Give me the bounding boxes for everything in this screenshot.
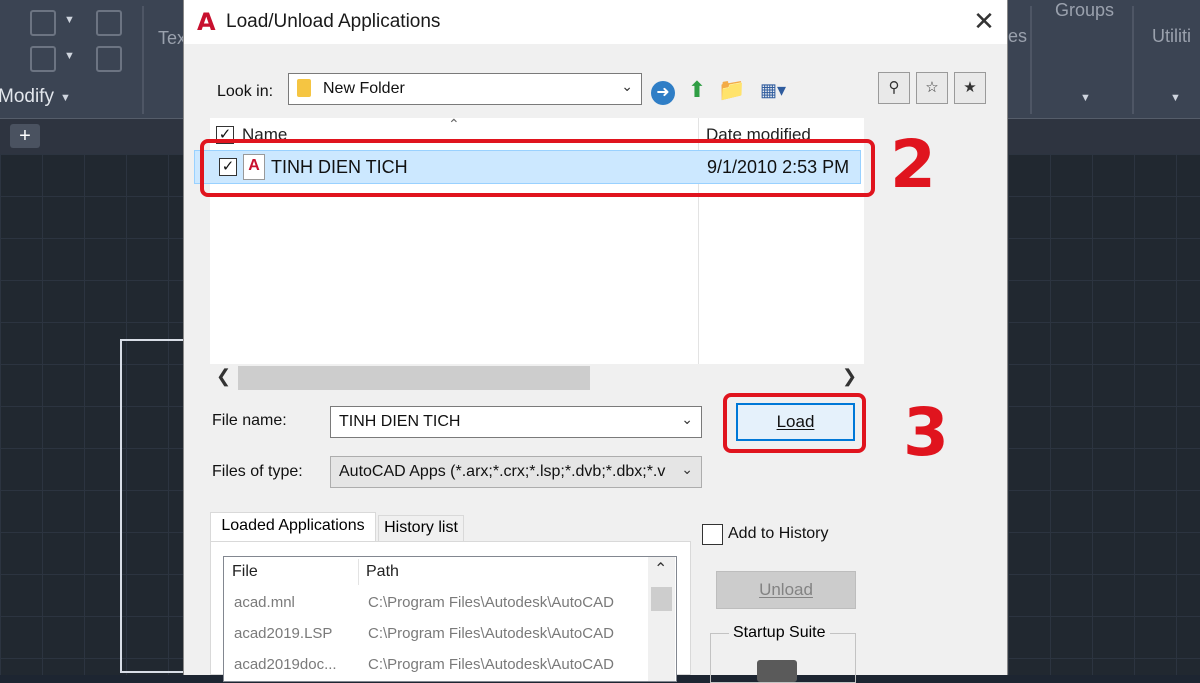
vertical-scrollbar[interactable]: ⌃	[648, 557, 675, 681]
chevron-down-icon[interactable]: ▼	[64, 14, 75, 26]
chevron-down-icon[interactable]: ▼	[60, 92, 71, 104]
add-to-history-checkbox[interactable]	[702, 524, 723, 545]
box-icon	[96, 10, 122, 36]
chevron-down-icon: ⌄	[621, 78, 633, 94]
close-icon[interactable]: ✕	[970, 6, 998, 37]
dialog-title: Load/Unload Applications	[226, 11, 441, 32]
scroll-up-icon[interactable]: ⌃	[654, 559, 667, 579]
scroll-thumb[interactable]	[651, 587, 672, 611]
path-column-header[interactable]: Path	[366, 563, 399, 581]
drawing-rectangle	[120, 339, 192, 673]
panel-label-partial: es	[1008, 26, 1028, 46]
briefcase-icon[interactable]	[757, 660, 797, 682]
add-favorite-icon[interactable]: ★	[954, 72, 986, 104]
list-item-file[interactable]: acad2019doc...	[234, 656, 337, 673]
file-name-input[interactable]: TINH DIEN TICH ⌄	[330, 406, 702, 438]
up-folder-icon[interactable]: ⬆	[684, 77, 710, 103]
modify-panel-label[interactable]: Modify	[0, 86, 54, 108]
chevron-down-icon[interactable]: ▼	[1080, 92, 1091, 104]
search-web-icon[interactable]: ⚲	[878, 72, 910, 104]
autocad-logo-icon: A	[197, 8, 216, 36]
sort-arrow-icon: ⌃	[448, 116, 460, 132]
divider	[1132, 6, 1134, 114]
scroll-thumb[interactable]	[238, 366, 590, 390]
file-name-label: File name:	[212, 412, 287, 429]
look-in-label: Look in:	[217, 83, 274, 100]
horizontal-scrollbar[interactable]: ❮ ❯	[210, 364, 864, 392]
loaded-applications-list[interactable]: File Path acad.mnl C:\Program Files\Auto…	[223, 556, 677, 682]
files-of-type-label: Files of type:	[212, 463, 303, 480]
add-to-history-label[interactable]: Add to History	[728, 525, 828, 543]
chevron-down-icon: ⌄	[681, 461, 693, 478]
groups-panel-label[interactable]: Groups	[1055, 0, 1114, 21]
files-of-type-value: AutoCAD Apps (*.arx;*.crx;*.lsp;*.dvb;*.…	[339, 463, 666, 480]
loaded-applications-panel: File Path acad.mnl C:\Program Files\Auto…	[210, 541, 691, 682]
back-icon[interactable]: ➜	[650, 77, 676, 105]
tab-loaded-applications[interactable]: Loaded Applications	[210, 512, 376, 542]
file-name-value: TINH DIEN TICH	[339, 413, 461, 430]
tab-history-list[interactable]: History list	[378, 515, 464, 541]
dialog-title-bar: A Load/Unload Applications ✕	[184, 0, 1007, 44]
files-of-type-select[interactable]: AutoCAD Apps (*.arx;*.crx;*.lsp;*.dvb;*.…	[330, 456, 702, 488]
folder-icon	[297, 79, 311, 97]
new-tab-button[interactable]: +	[10, 124, 40, 148]
list-item-path[interactable]: C:\Program Files\Autodesk\AutoCAD	[368, 594, 646, 611]
step-3-annotation: 3	[903, 394, 949, 471]
list-item-path[interactable]: C:\Program Files\Autodesk\AutoCAD	[368, 625, 646, 642]
new-folder-icon[interactable]: 📁	[718, 77, 745, 103]
look-in-combo[interactable]: New Folder ⌄	[288, 73, 642, 105]
file-column-header[interactable]: File	[232, 563, 258, 581]
column-divider	[358, 559, 359, 585]
highlight-load-button	[723, 393, 866, 453]
highlight-file-row	[200, 139, 875, 197]
utilities-panel-label[interactable]: Utiliti	[1152, 26, 1191, 47]
scroll-right-icon[interactable]: ❯	[842, 366, 857, 387]
look-in-value: New Folder	[323, 80, 405, 97]
step-2-annotation: 2	[890, 126, 936, 203]
favorites-folder-icon[interactable]: ☆	[916, 72, 948, 104]
grid-icon	[30, 46, 56, 72]
list-item-file[interactable]: acad.mnl	[234, 594, 295, 611]
list-item-path[interactable]: C:\Program Files\Autodesk\AutoCAD	[368, 656, 646, 673]
chevron-down-icon: ⌄	[681, 411, 693, 427]
unload-button[interactable]: Unload	[716, 571, 856, 609]
chevron-down-icon[interactable]: ▼	[1170, 92, 1181, 104]
offset-icon	[96, 46, 122, 72]
chevron-down-icon[interactable]: ▼	[64, 50, 75, 62]
text-panel-label: Tex	[158, 28, 187, 48]
views-icon[interactable]: ▦▾	[752, 77, 794, 103]
load-unload-dialog: A Load/Unload Applications ✕ Look in: Ne…	[183, 0, 1008, 683]
list-item-file[interactable]: acad2019.LSP	[234, 625, 332, 642]
divider	[1030, 6, 1032, 114]
divider	[142, 6, 144, 114]
scroll-left-icon[interactable]: ❮	[216, 366, 231, 387]
startup-suite-label: Startup Suite	[729, 624, 830, 642]
shape-icon	[30, 10, 56, 36]
